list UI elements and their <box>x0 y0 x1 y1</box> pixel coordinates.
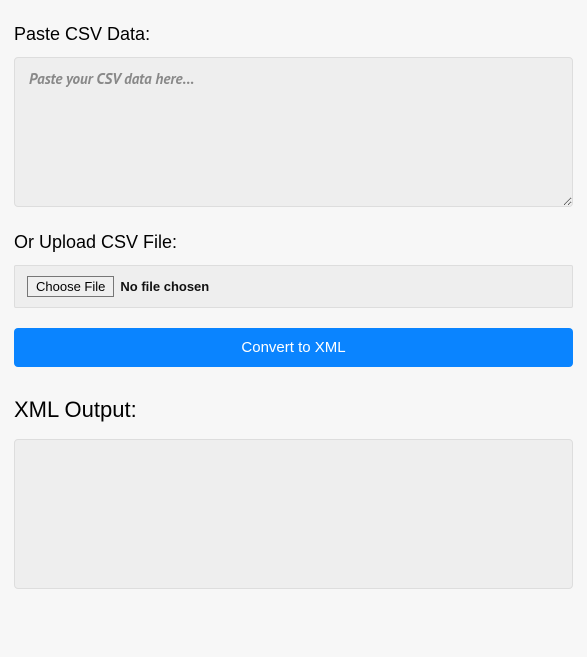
upload-csv-label: Or Upload CSV File: <box>14 232 573 253</box>
paste-csv-label: Paste CSV Data: <box>14 24 573 45</box>
choose-file-button[interactable]: Choose File <box>27 276 114 297</box>
xml-output-section: XML Output: <box>14 397 573 589</box>
file-status-text: No file chosen <box>120 279 209 294</box>
file-input-row: Choose File No file chosen <box>14 265 573 308</box>
xml-output-label: XML Output: <box>14 397 573 423</box>
upload-csv-section: Or Upload CSV File: Choose File No file … <box>14 232 573 308</box>
convert-button[interactable]: Convert to XML <box>14 328 573 367</box>
paste-csv-section: Paste CSV Data: <box>14 24 573 212</box>
csv-textarea[interactable] <box>14 57 573 207</box>
xml-output-area <box>14 439 573 589</box>
